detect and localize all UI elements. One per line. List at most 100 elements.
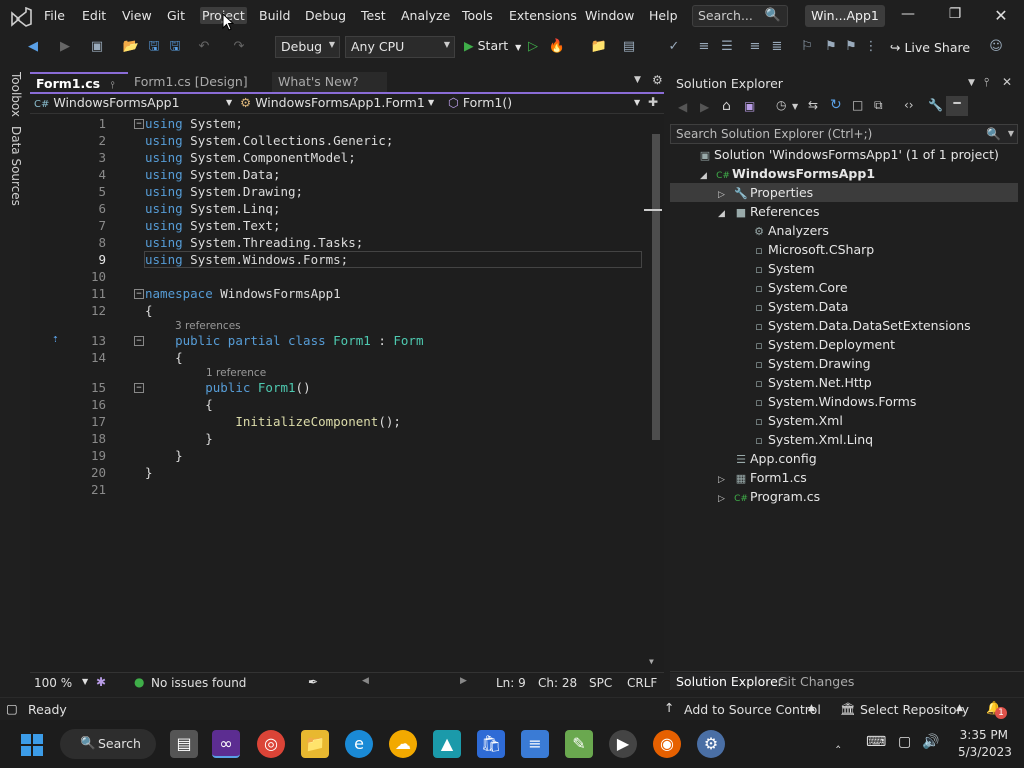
global-search-input[interactable]: Search... 🔍 — [692, 5, 788, 27]
output-window-icon[interactable]: ▢ — [6, 701, 18, 716]
clock-date[interactable]: 5/3/2023 — [958, 745, 1012, 759]
file-explorer-icon[interactable]: 📁 — [301, 730, 329, 758]
tree-item[interactable]: ▫ System.Drawing — [670, 354, 1018, 373]
start-debugging-button[interactable]: ▶ Start ▼ — [464, 38, 521, 53]
preview-selected-icon[interactable]: ━ — [946, 96, 968, 116]
keyboard-icon[interactable]: ⌨ — [866, 734, 886, 750]
spell-check-icon[interactable]: ✓ — [665, 38, 683, 56]
tree-item[interactable]: ▫ System.Data — [670, 297, 1018, 316]
menu-analyze[interactable]: Analyze — [399, 7, 452, 24]
visual-studio-app-icon[interactable]: ∞ — [212, 730, 240, 758]
select-repository-button[interactable]: Select Repository — [860, 702, 969, 717]
split-editor-icon[interactable]: ✚ — [648, 95, 658, 109]
forward-icon[interactable]: ▶ — [700, 100, 709, 114]
column-indicator[interactable]: Ch: 28 — [538, 676, 577, 690]
brush-icon[interactable]: ✒ — [308, 675, 318, 689]
folder-view-icon[interactable]: 📁 — [590, 38, 608, 56]
menu-build[interactable]: Build — [257, 7, 292, 24]
solution-configuration-select[interactable]: Debug ▼ — [275, 36, 340, 58]
data-sources-tab[interactable]: Data Sources — [9, 126, 23, 206]
hot-reload-icon[interactable]: 🔥 — [548, 38, 566, 56]
tree-item[interactable]: ▷ C# Program.cs — [670, 487, 1018, 506]
class-dropdown[interactable]: ⚙ WindowsFormsApp1.Form1 ▼ — [240, 95, 440, 113]
live-share-button[interactable]: ↪ Live Share — [890, 40, 970, 55]
weather-icon[interactable]: ☁ — [389, 730, 417, 758]
project-dropdown[interactable]: C# WindowsFormsApp1 ▼ — [34, 95, 234, 113]
tab-whats-new[interactable]: What's New? — [272, 72, 387, 93]
taskbar-search-button[interactable]: 🔍 Search — [60, 729, 156, 759]
tree-item[interactable]: ▷ ▦ Form1.cs — [670, 468, 1018, 487]
tab-git-changes[interactable]: Git Changes — [772, 673, 860, 690]
tab-form1-design[interactable]: Form1.cs [Design] — [128, 72, 268, 93]
collapse-region-icon[interactable]: − — [134, 119, 144, 129]
home-icon[interactable]: ⌂ — [722, 98, 731, 114]
back-icon[interactable]: ◀ — [678, 100, 687, 114]
tree-item[interactable]: ▫ Microsoft.CSharp — [670, 240, 1018, 259]
menu-edit[interactable]: Edit — [80, 7, 108, 24]
volume-icon[interactable]: 🔊 — [922, 734, 939, 750]
align-icon[interactable]: ≡ — [695, 38, 713, 56]
inheritance-margin-icon[interactable]: ⇡ — [52, 332, 59, 345]
tree-item[interactable]: ▫ System.Xml — [670, 411, 1018, 430]
comment-icon[interactable]: ≡ — [746, 38, 764, 56]
overflow-icon[interactable]: ⋮ — [862, 38, 880, 56]
properties-wrench-icon[interactable]: 🔧 — [928, 98, 943, 112]
toolbox-tab[interactable]: Toolbox — [9, 72, 23, 117]
line-indicator[interactable]: Ln: 9 — [496, 676, 526, 690]
minimize-icon[interactable]: — — [893, 6, 923, 22]
collapsed-arrow-icon[interactable]: ▷ — [718, 475, 732, 485]
tree-item[interactable]: ▫ System.Data.DataSetExtensions — [670, 316, 1018, 335]
collapsed-arrow-icon[interactable]: ▷ — [718, 494, 732, 504]
chevron-down-icon[interactable]: ▼ — [792, 102, 798, 111]
tab-form1-cs[interactable]: Form1.cs ⫯ ✕ — [30, 72, 128, 106]
close-panel-icon[interactable]: ✕ — [1002, 75, 1012, 89]
collapse-region-icon[interactable]: − — [134, 289, 144, 299]
codelens-references[interactable]: 3 references — [175, 320, 241, 332]
scrollbar-thumb[interactable] — [652, 134, 660, 440]
tree-item[interactable]: ▫ System.Core — [670, 278, 1018, 297]
windows-start-icon[interactable] — [20, 733, 44, 757]
open-folder-icon[interactable]: 📂 — [122, 38, 140, 56]
menu-debug[interactable]: Debug — [303, 7, 348, 24]
show-all-files-icon[interactable]: ⧉ — [874, 98, 883, 113]
close-window-icon[interactable]: ✕ — [986, 6, 1016, 25]
menu-help[interactable]: Help — [647, 7, 680, 24]
sync-icon[interactable]: ⇆ — [808, 98, 818, 112]
menu-test[interactable]: Test — [359, 7, 388, 24]
chevron-down-icon[interactable]: ▼ — [82, 677, 88, 686]
layout-icon[interactable]: ▤ — [620, 38, 638, 56]
chrome-icon[interactable]: ◎ — [257, 730, 285, 758]
scroll-left-icon[interactable]: ◀ — [362, 676, 369, 686]
chevron-up-icon[interactable]: ▲ — [808, 703, 815, 713]
tab-overflow-icon[interactable]: ▼ — [634, 75, 641, 85]
expanded-arrow-icon[interactable]: ◢ — [718, 209, 732, 219]
app-icon[interactable]: ▲ — [433, 730, 461, 758]
collapse-all-icon[interactable]: □ — [852, 98, 863, 112]
feedback-icon[interactable]: ☺ — [987, 38, 1005, 56]
intellicode-icon[interactable]: ✱ — [96, 675, 106, 689]
tree-item[interactable]: ⚙ Analyzers — [670, 221, 1018, 240]
solution-explorer-search-input[interactable]: Search Solution Explorer (Ctrl+;) 🔍 ▼ — [670, 124, 1018, 144]
firefox-icon[interactable]: ◉ — [653, 730, 681, 758]
zoom-level[interactable]: 100 % — [34, 676, 72, 690]
tree-item[interactable]: ☰ App.config — [670, 449, 1018, 468]
expanded-arrow-icon[interactable]: ◢ — [700, 171, 714, 181]
solution-platform-select[interactable]: Any CPU ▼ — [345, 36, 455, 58]
settings-gear-icon[interactable]: ⚙ — [652, 73, 663, 87]
bookmark-icon[interactable]: ⚐ — [798, 38, 816, 56]
tree-item[interactable]: ▫ System — [670, 259, 1018, 278]
collapse-region-icon[interactable]: − — [134, 336, 144, 346]
add-to-source-control-button[interactable]: Add to Source Control — [684, 702, 821, 717]
save-all-icon[interactable]: 🖫 — [166, 38, 184, 56]
task-view-icon[interactable]: ▤ — [170, 730, 198, 758]
whitespace-indicator[interactable]: SPC — [589, 676, 612, 690]
edge-icon[interactable]: e — [345, 730, 373, 758]
switch-views-icon[interactable]: ▣ — [744, 99, 755, 113]
settings-gear-icon[interactable]: ⚙ — [697, 730, 725, 758]
tree-item[interactable]: ▫ System.Deployment — [670, 335, 1018, 354]
maximize-icon[interactable]: ❐ — [940, 6, 970, 22]
tree-item[interactable]: ▷ 🔧 Properties — [670, 183, 1018, 202]
collapse-region-icon[interactable]: − — [134, 383, 144, 393]
tree-item[interactable]: ▫ System.Xml.Linq — [670, 430, 1018, 449]
save-icon[interactable]: 🖫 — [145, 38, 163, 56]
